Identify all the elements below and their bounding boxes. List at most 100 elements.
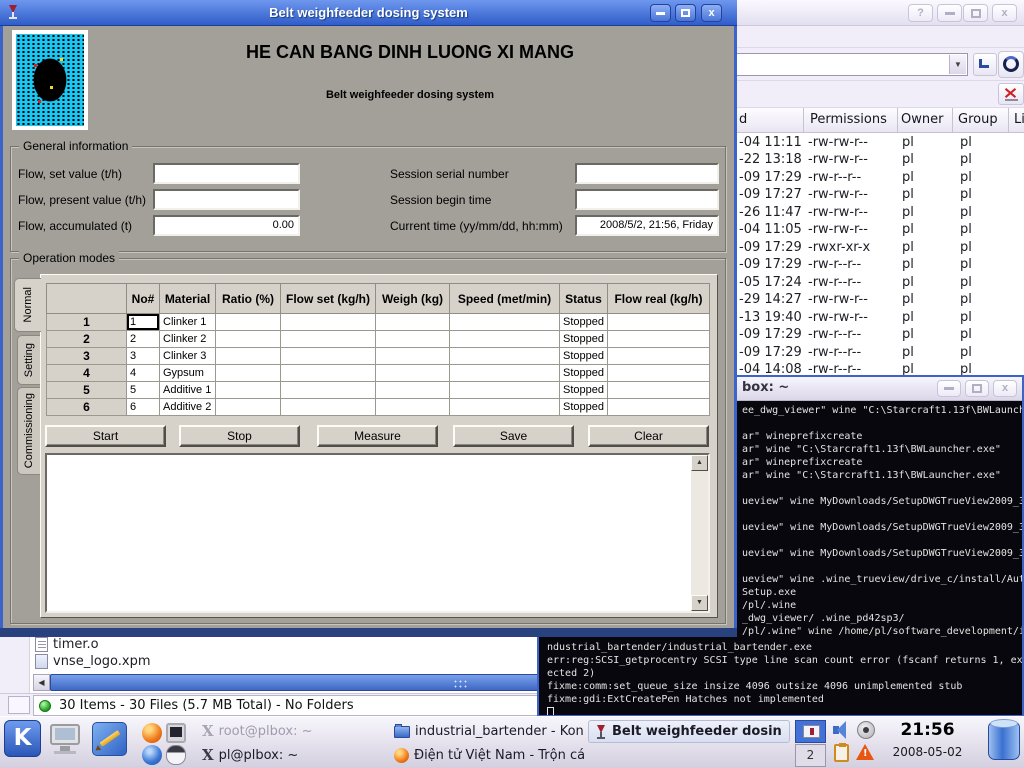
taskbar: K X root@plbox: ~ X pl@plbox: ~ industri… <box>0 716 1024 768</box>
system-monitor-icon[interactable] <box>48 722 84 756</box>
scroll-left-icon[interactable]: ◀ <box>33 674 50 691</box>
klipper-icon[interactable] <box>834 744 849 762</box>
window-border <box>0 628 737 637</box>
terminal-line <box>742 418 1024 431</box>
scroll-up-icon[interactable]: ▲ <box>691 455 708 471</box>
globe-icon[interactable] <box>142 745 162 765</box>
konqueror-gear-button[interactable] <box>998 51 1024 78</box>
clock-time[interactable]: 21:56 <box>880 720 975 740</box>
task-file-manager[interactable]: industrial_bartender - Konq <box>388 720 584 743</box>
session-begin-label: Session begin time <box>390 193 491 207</box>
column-group[interactable]: Group <box>958 112 998 127</box>
terminal-line: ected 2) <box>547 668 1024 681</box>
terminal-title: box: ~ <box>742 380 789 395</box>
alert-icon[interactable]: ! <box>856 744 874 760</box>
current-time-label: Current time (yy/mm/dd, hh:mm) <box>390 219 563 233</box>
go-button[interactable] <box>973 53 997 76</box>
column-owner[interactable]: Owner <box>901 112 943 127</box>
flow-set-field[interactable] <box>153 163 300 184</box>
session-serial-label: Session serial number <box>390 167 509 181</box>
chevron-down-icon[interactable]: ▼ <box>949 55 966 74</box>
app-titlebar[interactable]: Belt weighfeeder dosing system x <box>0 0 737 26</box>
messenger-icon[interactable] <box>166 745 186 765</box>
terminal-line: ueview" wine MyDownloads/SetupDWGTrueVie… <box>742 496 1024 509</box>
terminal-line: _dwg_viewer/ .wine_pd42sp3/ <box>742 613 1024 626</box>
list-item[interactable]: timer.o <box>35 637 435 654</box>
stop-button[interactable] <box>998 83 1024 105</box>
terminal-output-lower[interactable]: ndustrial_bartender/industrial_bartender… <box>547 642 1024 717</box>
tab-setting[interactable]: Setting <box>17 335 40 385</box>
current-time-field[interactable]: 2008/5/2, 21:56, Friday <box>575 215 719 236</box>
task-user-terminal[interactable]: X pl@plbox: ~ <box>196 744 384 767</box>
task-browser[interactable]: Điện tử Việt Nam - Trộn các <box>388 744 584 767</box>
measure-button[interactable]: Measure <box>317 425 438 447</box>
terminal-line: ar" wine "C:\Starcraft1.13f\BWLauncher.e… <box>742 470 1024 483</box>
scrollbar-thumb[interactable] <box>50 674 540 691</box>
maximize-button[interactable] <box>965 380 989 397</box>
wine-glass-icon <box>595 724 607 740</box>
folder-icon <box>394 726 410 738</box>
scroll-down-icon[interactable]: ▼ <box>691 595 708 611</box>
log-textarea[interactable]: ▲ ▼ <box>45 453 710 613</box>
flow-set-label: Flow, set value (t/h) <box>18 167 122 181</box>
terminal-line: err:reg:SCSI_getprocentry SCSI type line… <box>547 655 1024 668</box>
xterm-icon: X <box>202 748 214 763</box>
volume-icon[interactable] <box>832 720 852 740</box>
table-row: 3 3 Clinker 3 Stopped <box>47 348 710 365</box>
maximize-button[interactable] <box>675 4 696 22</box>
trash-icon[interactable] <box>988 722 1020 760</box>
table-row: 6 6 Additive 2 Stopped <box>47 399 710 416</box>
maximize-button[interactable] <box>963 4 988 22</box>
status-led-icon <box>39 700 51 712</box>
task-belt-weighfeeder[interactable]: Belt weighfeeder dosin <box>588 720 790 743</box>
pager-desktop-2[interactable]: 2 <box>795 744 826 767</box>
terminal-line: ar" wineprefixcreate <box>742 431 1024 444</box>
firefox-icon <box>394 748 409 763</box>
terminal-line: /pl/.wine" wine /home/pl/software_develo… <box>742 626 1024 639</box>
terminal-line: ee_dwg_viewer" wine "C:\Starcraft1.13f\B… <box>742 405 1024 418</box>
app-logo <box>12 30 88 130</box>
firefox-icon[interactable] <box>142 723 162 743</box>
k-menu-button[interactable]: K <box>4 720 41 757</box>
eye-monitor-icon[interactable] <box>857 721 875 739</box>
close-button[interactable]: x <box>701 4 722 22</box>
session-serial-field[interactable] <box>575 163 719 184</box>
pager-desktop-1[interactable] <box>795 720 826 743</box>
flow-present-field[interactable] <box>153 189 300 210</box>
list-item[interactable]: vnse_logo.xpm <box>35 654 435 671</box>
status-text: 30 Items - 30 Files (5.7 MB Total) - No … <box>59 698 354 713</box>
group-label: General information <box>19 139 132 153</box>
window-title: Belt weighfeeder dosing system <box>0 5 737 20</box>
start-button[interactable]: Start <box>45 425 166 447</box>
clock-date[interactable]: 2008-05-02 <box>880 745 975 759</box>
tab-normal[interactable]: Normal <box>14 278 41 332</box>
minimize-button[interactable] <box>937 4 962 22</box>
column-link[interactable]: Li <box>1014 112 1024 127</box>
terminal-line: ueview" wine MyDownloads/SetupDWGTrueVie… <box>742 548 1024 561</box>
task-root-terminal[interactable]: X root@plbox: ~ <box>196 720 384 743</box>
tab-commissioning[interactable]: Commissioning <box>17 387 40 475</box>
flow-accumulated-field[interactable]: 0.00 <box>153 215 300 236</box>
minimize-button[interactable] <box>937 380 961 397</box>
vertical-scrollbar[interactable]: ▲ ▼ <box>691 455 708 611</box>
terminal-line: /pl/.wine <box>742 600 1024 613</box>
table-row: 1 1 Clinker 1 Stopped <box>47 314 710 331</box>
focused-cell[interactable]: 1 <box>127 314 160 331</box>
document-icon <box>35 637 48 652</box>
table-row: 5 5 Additive 1 Stopped <box>47 382 710 399</box>
statusbar-resize-box <box>8 696 30 714</box>
minimize-button[interactable] <box>650 4 671 22</box>
session-begin-field[interactable] <box>575 189 719 210</box>
terminal-output-upper[interactable]: ee_dwg_viewer" wine "C:\Starcraft1.13f\B… <box>742 405 1024 639</box>
go-arrow-icon <box>979 59 989 68</box>
stop-button[interactable]: Stop <box>179 425 300 447</box>
notes-icon[interactable] <box>92 722 127 756</box>
terminal-icon[interactable] <box>166 723 186 743</box>
close-button[interactable]: x <box>993 380 1017 397</box>
close-button[interactable]: x <box>992 4 1017 22</box>
clear-button[interactable]: Clear <box>588 425 709 447</box>
help-button[interactable]: ? <box>908 4 933 22</box>
save-button[interactable]: Save <box>453 425 574 447</box>
column-permissions[interactable]: Permissions <box>810 112 887 127</box>
column-modified[interactable]: d <box>739 112 747 127</box>
